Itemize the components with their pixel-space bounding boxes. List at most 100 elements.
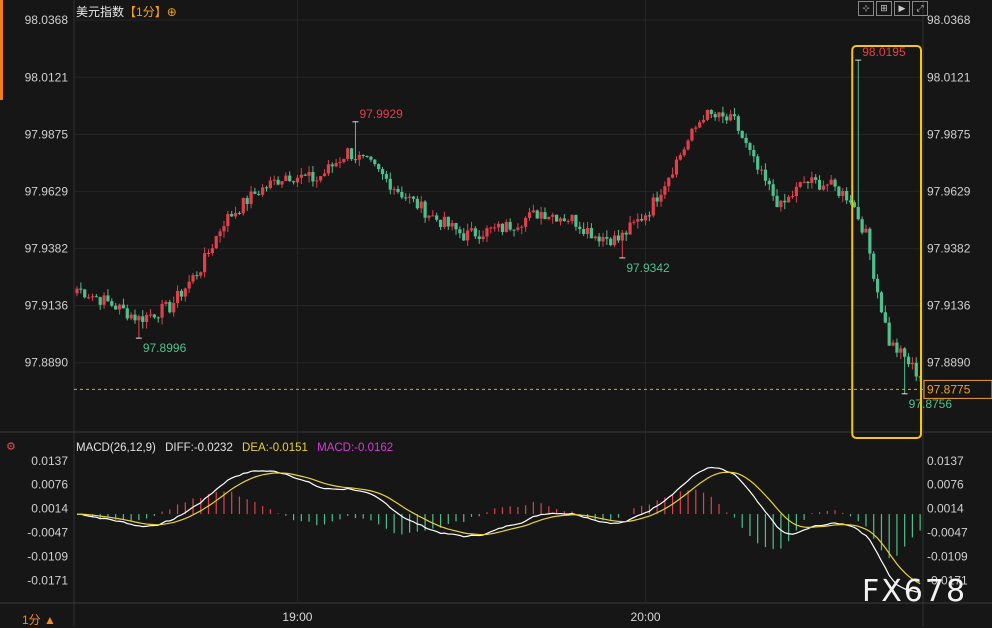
candle-body — [175, 290, 180, 303]
candle-body — [539, 212, 543, 219]
candle-body — [288, 175, 292, 182]
candle-body — [214, 236, 218, 249]
candle-body — [605, 237, 609, 239]
candle-body — [481, 236, 485, 240]
candle-body — [230, 214, 234, 217]
settings-icon[interactable]: ⚙ — [6, 440, 16, 453]
macd-legend: MACD(26,12,9) DIFF:-0.0232 DEA:-0.0151 M… — [76, 442, 399, 454]
candle-body — [585, 228, 590, 235]
candle-body — [264, 187, 269, 189]
price-tick-right: 98.0368 — [927, 13, 971, 27]
candle-body — [253, 191, 257, 194]
fullscreen-icon[interactable]: ⤢ — [912, 1, 928, 16]
candle-body — [106, 295, 110, 302]
candle-body — [732, 114, 737, 117]
candle-body — [879, 292, 884, 313]
candle-body — [574, 214, 578, 227]
candle-body — [906, 356, 911, 365]
candle-body — [620, 232, 624, 241]
price-tick-left: 97.9382 — [25, 242, 69, 256]
play-icon[interactable]: ▶ — [894, 1, 910, 16]
candle-body — [392, 188, 396, 190]
candle-body — [802, 181, 806, 183]
candle-body — [477, 236, 481, 240]
candle-body — [787, 196, 791, 203]
macd-tick-left: -0.0047 — [27, 525, 68, 539]
candle-body — [632, 221, 636, 223]
candle-body — [713, 114, 717, 118]
diff-value: DIFF:-0.0232 — [165, 442, 233, 454]
candle-body — [365, 155, 369, 157]
zoom-in-icon[interactable]: ⊞ — [876, 1, 892, 16]
candle-body — [601, 237, 605, 242]
interval-selector[interactable]: 1分 ▲ — [22, 611, 56, 628]
candle-body — [349, 148, 354, 160]
interval-label[interactable]: 【1分】 — [124, 5, 167, 19]
candle-body — [322, 173, 327, 177]
candle-body — [206, 252, 211, 254]
candle-body — [125, 308, 129, 319]
candle-body — [117, 304, 122, 310]
candle-body — [249, 191, 253, 205]
extreme-label: 97.9342 — [626, 261, 670, 275]
target-icon[interactable]: ⊕ — [167, 5, 177, 19]
crosshair-icon[interactable]: ⊹ — [858, 1, 874, 16]
macd-value: MACD:-0.0162 — [317, 442, 394, 454]
candle-body — [508, 222, 512, 230]
candle-body — [489, 227, 493, 229]
price-tick-left: 97.9136 — [25, 299, 69, 313]
extreme-label: 97.8756 — [909, 397, 953, 411]
candle-body — [191, 275, 195, 282]
price-tick-left: 97.9875 — [25, 127, 69, 141]
candle-body — [222, 226, 226, 232]
symbol-label: 美元指数 — [76, 5, 125, 19]
candle-body — [148, 314, 153, 316]
candle-body — [384, 174, 389, 179]
candle-body — [841, 190, 845, 196]
macd-tick-right: 0.0076 — [927, 478, 964, 492]
candle-body — [875, 278, 880, 293]
candle-body — [763, 169, 768, 181]
macd-tick-left: 0.0014 — [31, 502, 68, 516]
candle-body — [450, 223, 454, 227]
chart-title: 美元指数【1分】⊕ — [76, 3, 177, 20]
candle-body — [636, 219, 640, 222]
candle-body — [736, 116, 740, 131]
candle-body — [543, 212, 547, 220]
candle-body — [756, 156, 760, 170]
dea-value: DEA:-0.0151 — [242, 442, 308, 454]
candle-body — [245, 197, 249, 205]
candle-body — [199, 272, 203, 276]
candle-body — [810, 177, 814, 184]
candle-body — [303, 174, 307, 176]
candle-body — [709, 109, 713, 115]
candle-body — [496, 223, 501, 228]
macd-name: MACD(26,12,9) — [76, 442, 156, 454]
candle-body — [427, 215, 431, 218]
candle-body — [338, 161, 342, 163]
price-tick-left: 97.8890 — [25, 356, 69, 370]
candle-body — [647, 215, 652, 217]
candle-body — [110, 301, 114, 306]
extreme-label: 98.0195 — [862, 45, 906, 59]
candle-body — [686, 140, 690, 150]
candle-body — [582, 229, 586, 235]
candle-body — [527, 212, 532, 218]
candle-body — [98, 297, 102, 305]
price-tick-left: 98.0121 — [25, 70, 69, 84]
candle-body — [798, 182, 802, 187]
candle-body — [129, 314, 133, 319]
candle-body — [361, 154, 365, 156]
candle-body — [659, 194, 663, 202]
price-tick-left: 97.9629 — [25, 184, 69, 198]
candle-body — [415, 198, 419, 209]
candle-body — [114, 305, 118, 310]
candle-body — [133, 314, 137, 321]
candle-body — [203, 253, 207, 273]
candle-body — [651, 197, 655, 216]
price-tick-right: 97.8890 — [927, 356, 971, 370]
candle-body — [272, 179, 276, 181]
candle-body — [102, 295, 106, 305]
candle-body — [380, 169, 385, 175]
candle-body — [817, 179, 822, 190]
